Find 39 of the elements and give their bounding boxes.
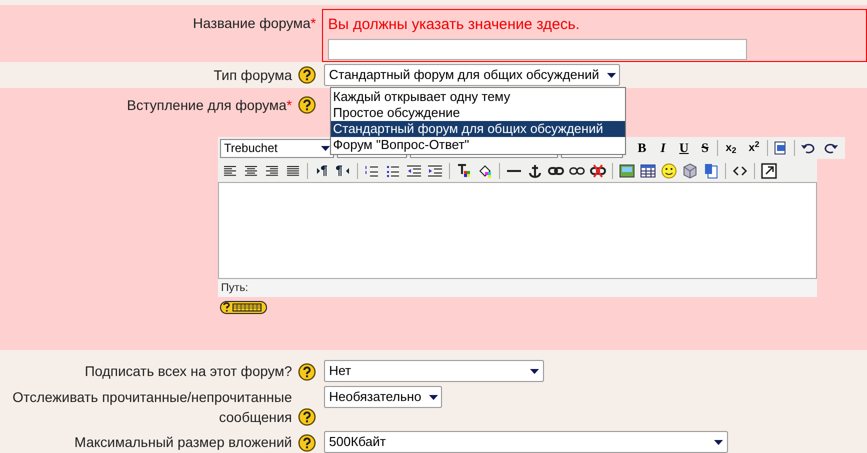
select-field[interactable]: Стандартный форум для общих обсуждений xyxy=(324,64,620,86)
dropdown-option[interactable]: Форум "Вопрос-Ответ" xyxy=(331,137,625,153)
caret-icon xyxy=(429,394,438,400)
field-label: Отслеживать прочитанные/непрочитанные сообщения xyxy=(11,388,292,427)
caret-icon xyxy=(714,440,723,444)
help-icon[interactable] xyxy=(298,408,316,426)
required-mark: * xyxy=(310,14,316,33)
select-field[interactable]: Нет xyxy=(324,360,544,382)
font-select[interactable]: Trebuchet xyxy=(220,138,334,158)
dropdown-option[interactable]: Простое обсуждение xyxy=(331,105,625,121)
help-icon[interactable] xyxy=(298,96,316,114)
format-button[interactable]: I xyxy=(654,138,672,158)
field-label: Тип форума xyxy=(214,66,292,85)
error-message: Вы должны указать значение здесь. xyxy=(328,16,581,34)
dropdown-option[interactable]: Каждый открывает одну тему xyxy=(331,89,625,105)
dropdown-option[interactable]: Стандартный форум для общих обсуждений xyxy=(331,121,625,137)
help-keyboard-icon[interactable] xyxy=(220,301,267,314)
format-button[interactable]: B xyxy=(633,138,651,158)
smiley-icon[interactable] xyxy=(659,160,679,180)
field-label: Подписать всех на этот форум? xyxy=(84,362,292,381)
caret-icon xyxy=(321,146,330,150)
script-button[interactable]: x$_{2}$ xyxy=(721,138,741,158)
help-icon[interactable] xyxy=(298,363,316,381)
field-label: Максимальный размер вложений xyxy=(74,433,292,452)
script-button[interactable]: x$^{2}$ xyxy=(744,138,764,158)
format-button[interactable]: U xyxy=(675,138,693,158)
caret-icon xyxy=(607,72,616,78)
caret-icon xyxy=(530,368,539,374)
field-label: Название форума xyxy=(192,14,311,33)
select-field[interactable]: 500Кбайт xyxy=(324,431,728,453)
select-field[interactable]: Необязательно xyxy=(324,386,442,408)
help-icon[interactable] xyxy=(298,66,316,84)
text-input[interactable] xyxy=(328,39,747,60)
help-icon[interactable] xyxy=(298,434,316,452)
field-label: Вступление для форума xyxy=(126,96,287,115)
fullscreen-icon[interactable] xyxy=(759,160,779,180)
editor-path-label: Путь: xyxy=(218,279,817,297)
format-button[interactable]: S xyxy=(696,138,714,158)
required-mark: * xyxy=(286,96,292,115)
